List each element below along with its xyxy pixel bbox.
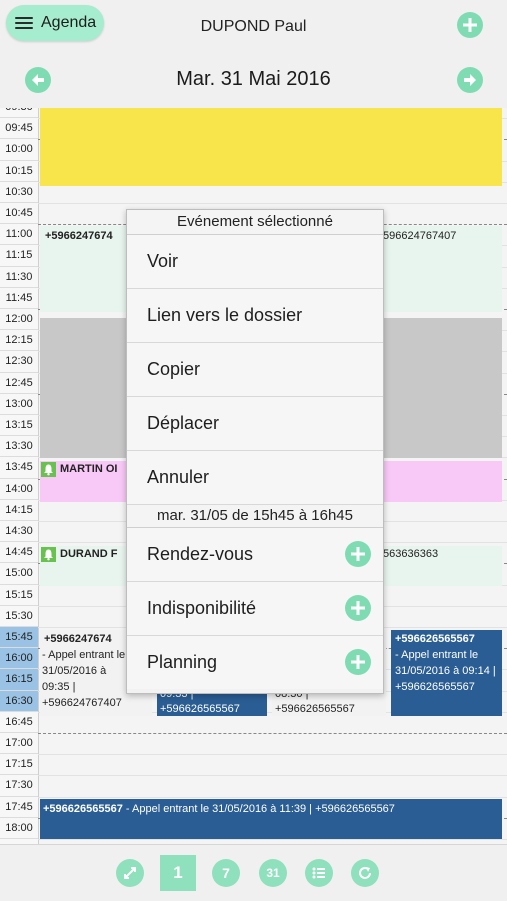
- event-1445-text: DURAND F: [41, 545, 131, 563]
- time-slot-label[interactable]: 14:30: [0, 521, 38, 543]
- event-1745-text: +596626565567 - Appel entrant le 31/05/2…: [43, 803, 395, 815]
- time-slot-label[interactable]: 11:15: [0, 245, 38, 267]
- create-planning-item[interactable]: Planning: [127, 636, 383, 689]
- day-view-label: 1: [173, 863, 183, 882]
- create-rendez-vous-item[interactable]: Rendez-vous: [127, 528, 383, 582]
- menu-item-label: Voir: [147, 251, 179, 271]
- time-slot-label[interactable]: 11:00: [0, 224, 38, 246]
- bell-icon: [41, 461, 56, 477]
- time-slot-label[interactable]: 16:45: [0, 712, 38, 733]
- time-slot-label[interactable]: 17:45: [0, 797, 38, 818]
- event-1445-right-text: 563636363: [383, 548, 439, 560]
- grid-line: [38, 733, 507, 734]
- week-view-button[interactable]: 7: [212, 859, 240, 887]
- plus-icon: [463, 18, 477, 32]
- add-event-button[interactable]: [457, 12, 483, 38]
- event-1100-left-text: +5966247674: [45, 230, 113, 242]
- menu-item-label: Planning: [147, 652, 218, 672]
- plus-icon[interactable]: [345, 595, 371, 621]
- month-view-label: 31: [266, 866, 280, 880]
- time-slot-label[interactable]: 10:30: [0, 182, 38, 203]
- time-slot-label[interactable]: 14:00: [0, 479, 38, 500]
- time-slot-label[interactable]: 14:45: [0, 542, 38, 564]
- time-slot-label[interactable]: 12:45: [0, 373, 38, 394]
- time-slot-label[interactable]: 14:15: [0, 500, 38, 521]
- time-slot-label[interactable]: 13:30: [0, 436, 38, 458]
- refresh-button[interactable]: [351, 859, 379, 887]
- time-slot-label[interactable]: 17:00: [0, 733, 38, 755]
- top-bar: Agenda DUPOND Paul Mar. 31 Mai 2016: [0, 0, 507, 109]
- current-date: Mar. 31 Mai 2016: [176, 68, 331, 90]
- selected-time-range: mar. 31/05 de 15h45 à 16h45: [127, 505, 383, 528]
- next-day-button[interactable]: [457, 67, 483, 93]
- menu-item-deplacer[interactable]: Déplacer: [127, 397, 383, 451]
- time-slot-label[interactable]: 15:30: [0, 606, 38, 627]
- grid-line: [38, 796, 507, 798]
- menu-item-label: Annuler: [147, 467, 210, 487]
- bell-icon: [41, 546, 56, 562]
- event-context-menu: Evénement sélectionné Voir Lien vers le …: [126, 209, 384, 694]
- menu-item-label: Indisponibilité: [147, 598, 257, 618]
- time-slot-label[interactable]: 15:15: [0, 585, 38, 606]
- time-slot-label[interactable]: 09:30: [0, 108, 38, 119]
- month-view-button[interactable]: 31: [259, 859, 287, 887]
- time-slot-label[interactable]: 11:45: [0, 288, 38, 309]
- time-slot-label[interactable]: 15:45: [0, 627, 38, 649]
- grid-line: [38, 203, 507, 204]
- user-name: DUPOND Paul: [200, 18, 307, 35]
- menu-item-voir[interactable]: Voir: [127, 235, 383, 289]
- menu-item-lien-dossier[interactable]: Lien vers le dossier: [127, 289, 383, 343]
- time-slot-label[interactable]: 10:00: [0, 139, 38, 161]
- time-slot-label[interactable]: 12:15: [0, 330, 38, 352]
- time-slot-label[interactable]: 09:45: [0, 118, 38, 140]
- fullscreen-button[interactable]: [116, 859, 144, 887]
- list-icon: [312, 867, 325, 879]
- event-1545-a-text: +5966247674 - Appel entrant le 31/05/201…: [42, 633, 126, 709]
- time-slot-label[interactable]: 16:00: [0, 648, 38, 670]
- time-slot-label[interactable]: 11:30: [0, 267, 38, 288]
- popup-title: Evénement sélectionné: [127, 210, 383, 235]
- time-slot-label[interactable]: 13:00: [0, 394, 38, 415]
- list-view-button[interactable]: [305, 859, 333, 887]
- time-slot-label[interactable]: 17:30: [0, 775, 38, 797]
- menu-item-annuler[interactable]: Annuler: [127, 451, 383, 505]
- time-column: 09:3009:4510:0010:1510:3010:4511:0011:15…: [0, 108, 39, 844]
- time-slot-label[interactable]: 18:00: [0, 818, 38, 839]
- time-slot-label[interactable]: 16:15: [0, 669, 38, 691]
- event-1345-text: MARTIN OI: [41, 460, 131, 478]
- grid-line: [38, 775, 507, 777]
- plus-icon[interactable]: [345, 649, 371, 675]
- plus-icon[interactable]: [345, 541, 371, 567]
- menu-item-label: Copier: [147, 359, 201, 379]
- refresh-icon: [359, 867, 371, 879]
- menu-item-label: Déplacer: [147, 413, 220, 433]
- week-view-label: 7: [222, 865, 230, 881]
- menu-item-label: Rendez-vous: [147, 544, 254, 564]
- time-slot-label[interactable]: 15:00: [0, 563, 38, 585]
- menu-item-copier[interactable]: Copier: [127, 343, 383, 397]
- time-slot-label[interactable]: 12:30: [0, 351, 38, 373]
- event-yellow-block[interactable]: [40, 108, 502, 186]
- arrow-right-icon: [464, 74, 476, 86]
- bottom-toolbar: 1 7 31: [0, 844, 507, 901]
- menu-item-label: Lien vers le dossier: [147, 305, 303, 325]
- create-indisponibilite-item[interactable]: Indisponibilité: [127, 582, 383, 636]
- time-slot-label[interactable]: 13:45: [0, 457, 38, 479]
- time-slot-label[interactable]: 16:30: [0, 690, 38, 712]
- event-1545-d-text: +596626565567 - Appel entrant le 31/05/2…: [395, 633, 496, 693]
- expand-icon: [124, 867, 136, 879]
- time-slot-label[interactable]: 10:15: [0, 161, 38, 182]
- day-view-button[interactable]: 1: [160, 855, 196, 891]
- time-slot-label[interactable]: 12:00: [0, 309, 38, 331]
- grid-line: [38, 754, 507, 756]
- time-slot-label[interactable]: 17:15: [0, 754, 38, 776]
- time-slot-label[interactable]: 10:45: [0, 203, 38, 225]
- grid-line: [38, 839, 507, 840]
- time-slot-label[interactable]: 13:15: [0, 415, 38, 437]
- event-1100-right-text: 596624767407: [383, 230, 457, 242]
